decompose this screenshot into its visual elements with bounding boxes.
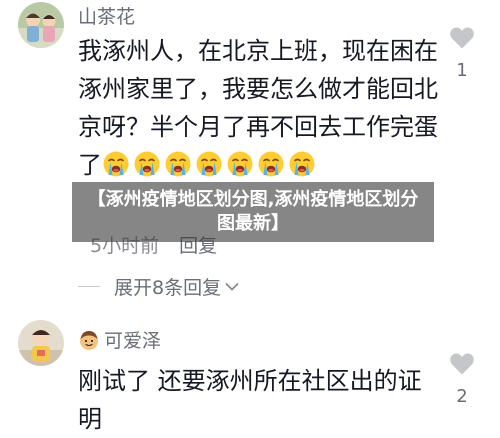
overlay-title-banner: 【涿州疫情地区划分图,涿州疫情地区划分图最新】 bbox=[72, 182, 434, 242]
expand-replies-label[interactable]: 展开8条回复 bbox=[114, 273, 221, 300]
loudly-crying-face-icon bbox=[103, 151, 129, 177]
smiling-boy-emoji-icon bbox=[78, 329, 100, 351]
overlay-title: 【涿州疫情地区划分图,涿州疫情地区划分图最新】 bbox=[87, 189, 419, 234]
comment-username[interactable]: 山茶花 bbox=[78, 2, 135, 29]
heart-icon[interactable] bbox=[449, 352, 475, 376]
like-count: 2 bbox=[456, 386, 468, 407]
heart-icon[interactable] bbox=[449, 26, 475, 50]
username-text[interactable]: 山茶花 bbox=[78, 2, 135, 29]
avatar-photo bbox=[18, 2, 64, 48]
like-control: 2 bbox=[444, 352, 480, 407]
username-text[interactable]: 可爱泽 bbox=[104, 326, 161, 353]
avatar-photo bbox=[18, 320, 64, 366]
comment-username[interactable]: 可爱泽 bbox=[78, 326, 161, 353]
chevron-down-icon bbox=[225, 282, 239, 290]
loudly-crying-face-icon bbox=[134, 151, 160, 177]
user-avatar[interactable] bbox=[18, 320, 64, 366]
emoji-row bbox=[102, 151, 319, 179]
expand-replies-button[interactable]: 展开8条回复 bbox=[78, 273, 239, 300]
loudly-crying-face-icon bbox=[196, 151, 222, 177]
loudly-crying-face-icon bbox=[289, 151, 315, 177]
loudly-crying-face-icon bbox=[165, 151, 191, 177]
comment-body: 刚试了 还要涿州所在社区出的证明 bbox=[78, 362, 440, 438]
comment-body: 我涿州人，在北京上班，现在困在涿州家里了，我要怎么做才能回北京呀？半个月了再不回… bbox=[78, 32, 440, 184]
loudly-crying-face-icon bbox=[258, 151, 284, 177]
divider-line bbox=[78, 286, 100, 287]
like-control: 1 bbox=[444, 26, 480, 81]
like-count: 1 bbox=[456, 60, 468, 81]
loudly-crying-face-icon bbox=[227, 151, 253, 177]
user-avatar[interactable] bbox=[18, 2, 64, 48]
comment-text: 刚试了 还要涿州所在社区出的证明 bbox=[78, 367, 422, 433]
